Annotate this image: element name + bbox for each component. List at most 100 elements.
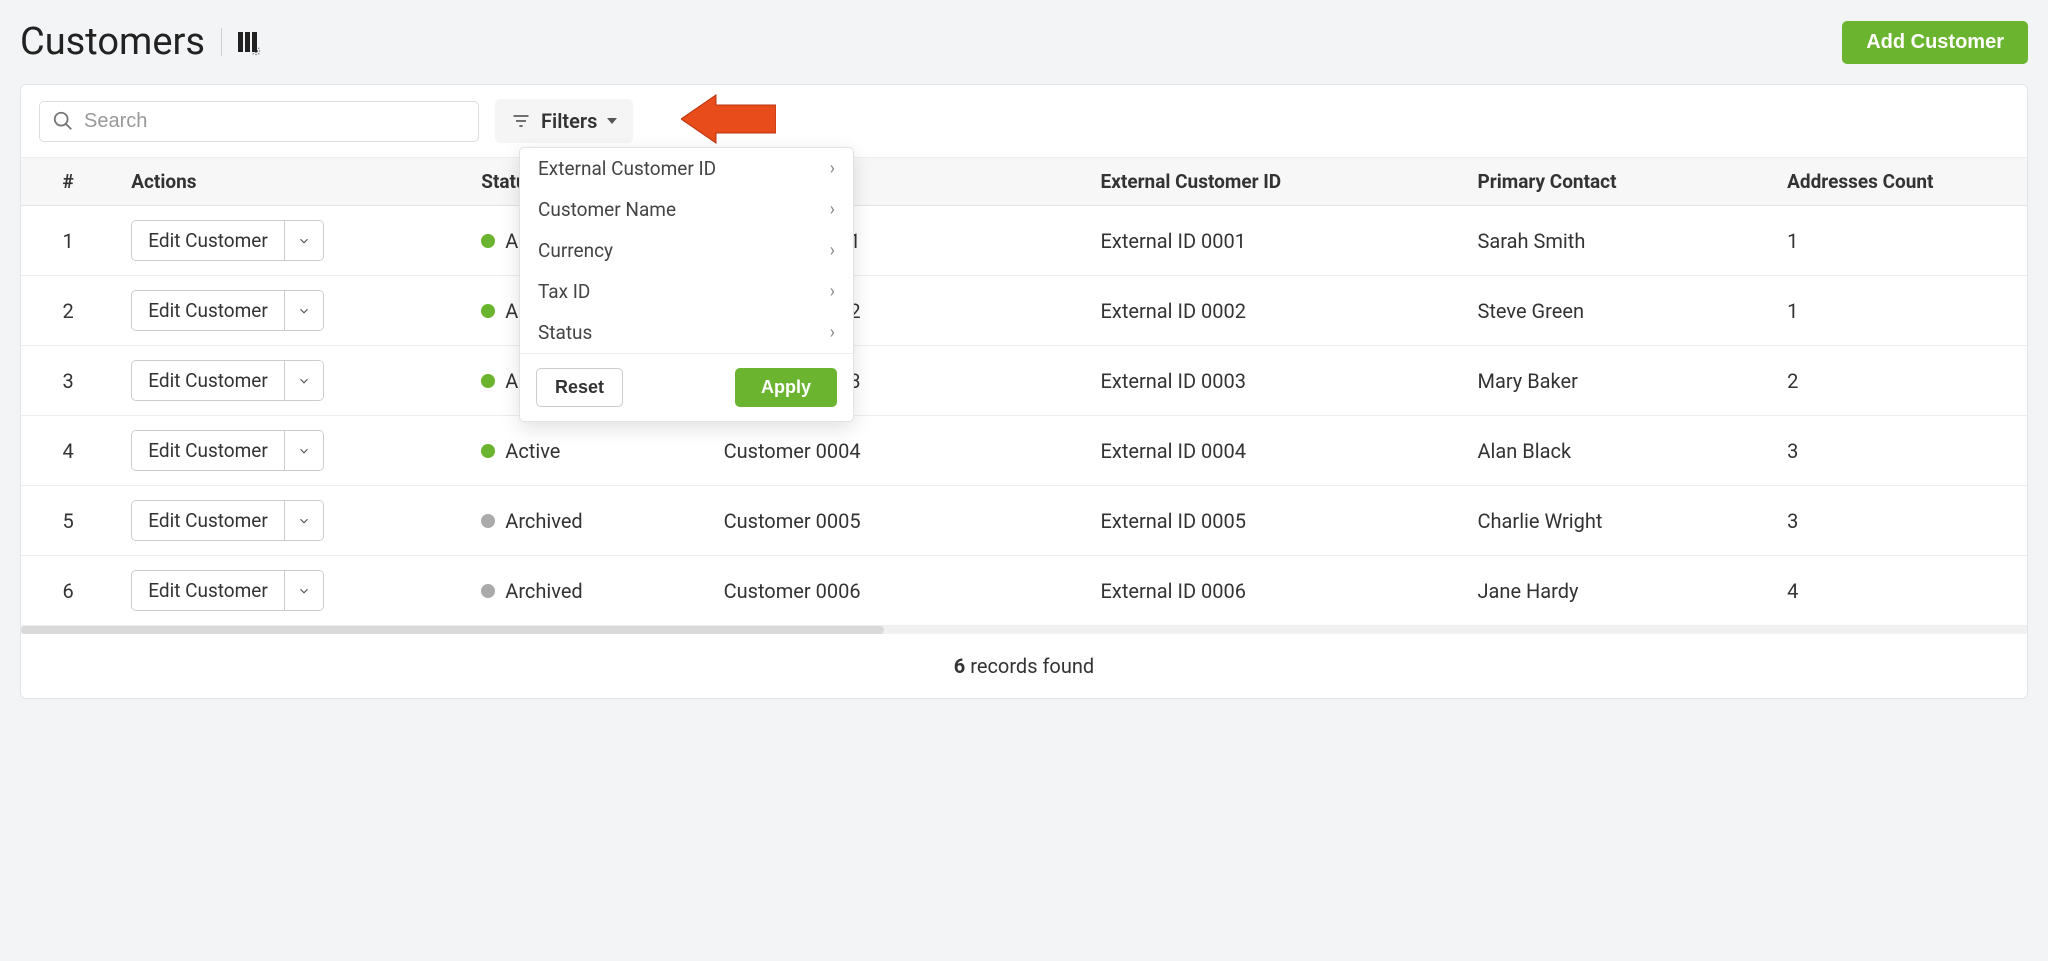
chevron-right-icon: ›	[830, 158, 835, 179]
row-status: Archived	[465, 556, 707, 626]
edit-customer-button-group: Edit Customer	[131, 570, 324, 611]
records-footer: 6 records found	[21, 634, 2027, 698]
filter-option[interactable]: Customer Name ›	[520, 189, 853, 230]
edit-customer-button[interactable]: Edit Customer	[132, 291, 285, 330]
filter-option-label: Customer Name	[538, 198, 676, 221]
table-wrap: # Actions Status External Customer ID Pr…	[21, 157, 2027, 634]
horizontal-scrollbar[interactable]	[21, 626, 2027, 634]
chevron-right-icon: ›	[830, 199, 835, 220]
table-row: 6Edit CustomerArchivedCustomer 0006Exter…	[21, 556, 2027, 626]
filters-label: Filters	[541, 109, 597, 133]
row-status: Archived	[465, 486, 707, 556]
filter-option[interactable]: Currency ›	[520, 230, 853, 271]
search-field[interactable]	[39, 101, 479, 142]
row-number: 1	[21, 206, 115, 276]
row-actions: Edit Customer	[115, 556, 465, 626]
scrollbar-thumb[interactable]	[21, 626, 884, 634]
row-addresses-count: 4	[1771, 556, 2027, 626]
table-row: 3Edit CustomerActiveCustomer 0003Externa…	[21, 346, 2027, 416]
filters-reset-button[interactable]: Reset	[536, 368, 623, 407]
edit-customer-dropdown[interactable]	[285, 291, 323, 330]
row-addresses-count: 1	[1771, 276, 2027, 346]
column-settings-icon[interactable]	[238, 32, 257, 52]
filter-option-label: External Customer ID	[538, 157, 716, 180]
edit-customer-button[interactable]: Edit Customer	[132, 431, 285, 470]
edit-customer-dropdown[interactable]	[285, 571, 323, 610]
edit-customer-dropdown[interactable]	[285, 221, 323, 260]
row-number: 3	[21, 346, 115, 416]
row-external-id: External ID 0005	[1085, 486, 1462, 556]
status-dot-icon	[481, 374, 495, 388]
chevron-down-icon	[297, 584, 311, 598]
col-header-number[interactable]: #	[21, 158, 115, 206]
filter-option-label: Status	[538, 321, 592, 344]
filter-option-label: Tax ID	[538, 280, 590, 303]
customers-card: Filters External Customer ID›Customer Na…	[20, 84, 2028, 699]
search-input[interactable]	[84, 110, 466, 133]
row-number: 4	[21, 416, 115, 486]
row-actions: Edit Customer	[115, 276, 465, 346]
filter-option[interactable]: External Customer ID ›	[520, 148, 853, 189]
col-header-primary-contact[interactable]: Primary Contact	[1462, 158, 1772, 206]
edit-customer-button-group: Edit Customer	[131, 430, 324, 471]
edit-customer-button-group: Edit Customer	[131, 290, 324, 331]
status-dot-icon	[481, 234, 495, 248]
row-customer-name: Customer 0005	[708, 486, 1085, 556]
row-addresses-count: 1	[1771, 206, 2027, 276]
chevron-right-icon: ›	[830, 322, 835, 343]
filter-option-label: Currency	[538, 239, 613, 262]
row-actions: Edit Customer	[115, 346, 465, 416]
row-primary-contact: Jane Hardy	[1462, 556, 1772, 626]
row-number: 6	[21, 556, 115, 626]
chevron-right-icon: ›	[830, 240, 835, 261]
chevron-down-icon	[297, 234, 311, 248]
records-label: records found	[970, 654, 1094, 678]
records-count: 6	[954, 654, 965, 678]
callout-arrow-icon	[681, 93, 776, 145]
search-icon	[52, 110, 74, 132]
chevron-down-icon	[297, 514, 311, 528]
row-number: 5	[21, 486, 115, 556]
status-dot-icon	[481, 304, 495, 318]
add-customer-button[interactable]: Add Customer	[1842, 21, 2028, 64]
page-header: Customers Add Customer	[20, 20, 2028, 64]
row-external-id: External ID 0001	[1085, 206, 1462, 276]
filters-apply-button[interactable]: Apply	[735, 368, 837, 407]
edit-customer-button-group: Edit Customer	[131, 500, 324, 541]
edit-customer-button-group: Edit Customer	[131, 220, 324, 261]
row-actions: Edit Customer	[115, 486, 465, 556]
row-customer-name: Customer 0004	[708, 416, 1085, 486]
col-header-actions[interactable]: Actions	[115, 158, 465, 206]
col-header-addresses-count[interactable]: Addresses Count	[1771, 158, 2027, 206]
status-label: Active	[505, 439, 560, 463]
row-primary-contact: Sarah Smith	[1462, 206, 1772, 276]
status-label: Archived	[505, 509, 582, 533]
chevron-down-icon	[297, 304, 311, 318]
row-addresses-count: 3	[1771, 416, 2027, 486]
filter-icon	[511, 111, 531, 131]
page-title: Customers	[20, 20, 205, 64]
row-customer-name: Customer 0006	[708, 556, 1085, 626]
filter-option[interactable]: Status ›	[520, 312, 853, 353]
edit-customer-dropdown[interactable]	[285, 361, 323, 400]
edit-customer-button[interactable]: Edit Customer	[132, 361, 285, 400]
col-header-external-id[interactable]: External Customer ID	[1085, 158, 1462, 206]
table-row: 1Edit CustomerActiveCustomer 0001Externa…	[21, 206, 2027, 276]
row-external-id: External ID 0004	[1085, 416, 1462, 486]
status-dot-icon	[481, 584, 495, 598]
row-status: Active	[465, 416, 707, 486]
row-primary-contact: Mary Baker	[1462, 346, 1772, 416]
title-divider	[221, 28, 222, 56]
row-number: 2	[21, 276, 115, 346]
filters-dropdown: External Customer ID›Customer Name›Curre…	[519, 147, 854, 422]
edit-customer-dropdown[interactable]	[285, 501, 323, 540]
edit-customer-button[interactable]: Edit Customer	[132, 571, 285, 610]
filters-button[interactable]: Filters	[495, 99, 633, 143]
edit-customer-button[interactable]: Edit Customer	[132, 221, 285, 260]
chevron-right-icon: ›	[830, 281, 835, 302]
row-addresses-count: 3	[1771, 486, 2027, 556]
edit-customer-button[interactable]: Edit Customer	[132, 501, 285, 540]
table-row: 5 Edit Customer Archived Customer 0005Exter…	[21, 486, 2027, 556]
edit-customer-dropdown[interactable]	[285, 431, 323, 470]
filter-option[interactable]: Tax ID ›	[520, 271, 853, 312]
